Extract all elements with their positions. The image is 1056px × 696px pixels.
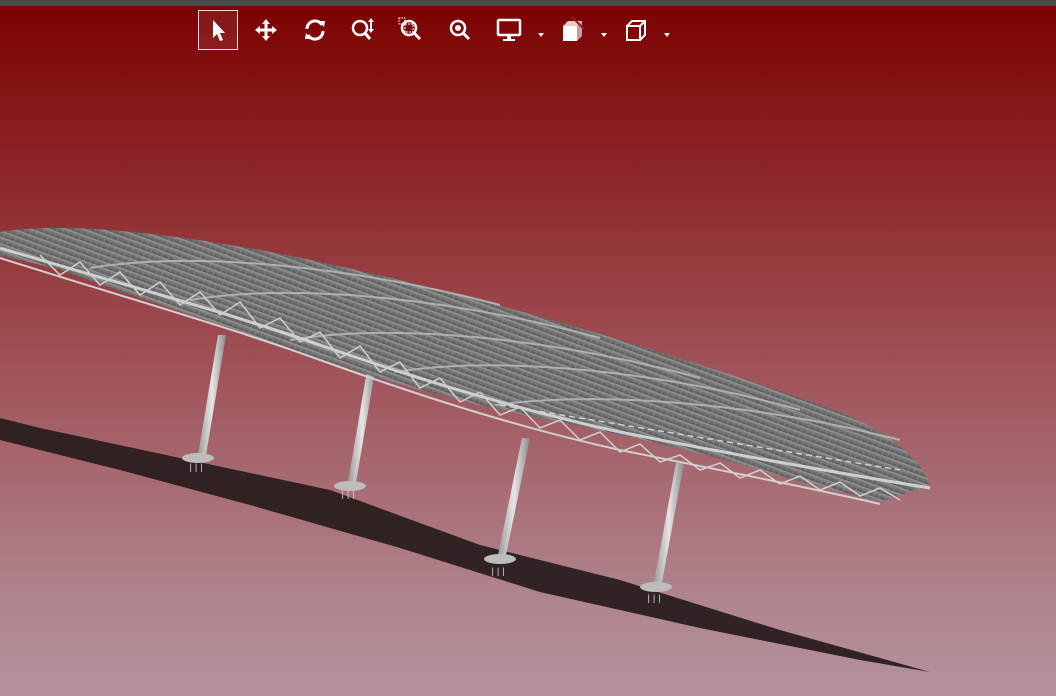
display-mode-dropdown[interactable] bbox=[536, 26, 546, 37]
zoom-fit-icon bbox=[449, 19, 471, 41]
svg-text:|||: ||| bbox=[490, 567, 506, 577]
cursor-arrow-icon bbox=[213, 20, 225, 41]
rotate-tool-button[interactable] bbox=[295, 10, 335, 50]
pan-tool-button[interactable] bbox=[246, 10, 286, 50]
svg-text:|||: ||| bbox=[188, 463, 204, 473]
chevron-down-icon bbox=[538, 33, 544, 37]
column-1: ||| bbox=[182, 335, 226, 473]
zoom-window-button[interactable] bbox=[391, 10, 431, 50]
zoom-window-icon bbox=[398, 17, 422, 41]
zoom-vertical-icon bbox=[351, 18, 374, 40]
rotate-icon bbox=[305, 19, 325, 41]
view-orientation-button[interactable] bbox=[616, 10, 656, 50]
svg-text:|||: ||| bbox=[646, 594, 662, 604]
3d-viewport[interactable]: ||| ||| ||| ||| bbox=[0, 0, 1056, 696]
column-2: ||| bbox=[334, 365, 376, 500]
display-mode-button[interactable] bbox=[489, 10, 529, 50]
zoom-fit-button[interactable] bbox=[440, 10, 480, 50]
cube-view-icon bbox=[626, 20, 646, 41]
view-orientation-dropdown[interactable] bbox=[662, 26, 672, 37]
monitor-icon bbox=[496, 18, 522, 41]
chevron-down-icon bbox=[601, 33, 607, 37]
select-tool-button[interactable] bbox=[198, 10, 238, 50]
section-cube-icon bbox=[563, 17, 585, 41]
chevron-down-icon bbox=[664, 33, 670, 37]
section-button[interactable] bbox=[553, 10, 593, 50]
column-4: ||| bbox=[640, 463, 684, 604]
section-dropdown[interactable] bbox=[599, 26, 609, 37]
svg-text:|||: ||| bbox=[340, 490, 356, 500]
move-arrows-icon bbox=[255, 19, 277, 41]
zoom-tool-button[interactable] bbox=[343, 10, 383, 50]
